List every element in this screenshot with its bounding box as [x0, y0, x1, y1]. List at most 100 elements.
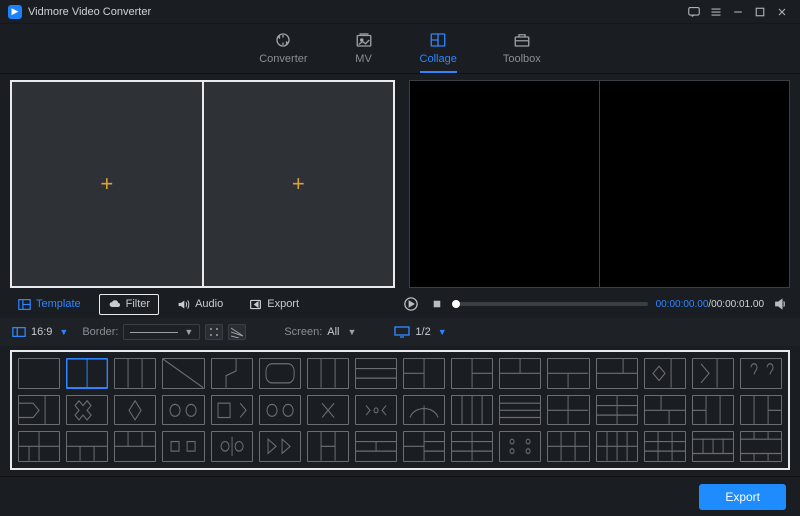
template-thumb[interactable]: [499, 358, 541, 389]
subtab-audio[interactable]: Audio: [169, 295, 231, 314]
template-thumb[interactable]: [18, 431, 60, 462]
template-thumb[interactable]: [162, 431, 204, 462]
cloud-icon: [108, 298, 121, 311]
maximize-icon[interactable]: [750, 2, 770, 22]
template-thumb[interactable]: [547, 395, 589, 426]
template-thumb[interactable]: [114, 358, 156, 389]
template-area: [0, 346, 800, 476]
template-thumb[interactable]: [740, 431, 782, 462]
time-current: 00:00:00.00: [656, 299, 709, 310]
tab-label: Converter: [259, 53, 307, 65]
playback-controls: 00:00:00.00/00:00:01.00: [402, 295, 790, 313]
ratio-icon: [12, 325, 26, 339]
workspace: + +: [0, 74, 800, 290]
border-pattern-button[interactable]: [228, 324, 246, 340]
template-thumb[interactable]: [451, 431, 493, 462]
border-preview: [130, 332, 178, 333]
border-label: Border:: [82, 326, 118, 338]
subtab-filter[interactable]: Filter: [99, 294, 159, 315]
template-thumb[interactable]: [451, 395, 493, 426]
play-button[interactable]: [402, 295, 420, 313]
page-value: 1/2: [415, 326, 430, 338]
time-display: 00:00:00.00/00:00:01.00: [656, 299, 764, 310]
template-thumb[interactable]: [499, 395, 541, 426]
progress-handle[interactable]: [452, 300, 460, 308]
template-thumb[interactable]: [162, 395, 204, 426]
template-thumb[interactable]: [259, 358, 301, 389]
title-bar: ▶ Vidmore Video Converter: [0, 0, 800, 24]
progress-bar[interactable]: [454, 302, 648, 306]
template-thumb[interactable]: [692, 358, 734, 389]
template-thumb[interactable]: [547, 431, 589, 462]
template-thumb[interactable]: [114, 431, 156, 462]
close-icon[interactable]: [772, 2, 792, 22]
minimize-icon[interactable]: [728, 2, 748, 22]
subtab-row: Template Filter Audio Export 00:00:00.00…: [0, 290, 800, 318]
top-nav: Converter MV Collage Toolbox: [0, 24, 800, 74]
template-thumb[interactable]: [162, 358, 204, 389]
template-thumb[interactable]: [355, 395, 397, 426]
template-thumb[interactable]: [355, 358, 397, 389]
subtab-template[interactable]: Template: [10, 295, 89, 314]
template-thumb[interactable]: [307, 358, 349, 389]
collage-cell-2[interactable]: +: [204, 82, 394, 286]
template-thumb[interactable]: [740, 358, 782, 389]
template-thumb[interactable]: [259, 395, 301, 426]
template-thumb[interactable]: [114, 395, 156, 426]
feedback-icon[interactable]: [684, 2, 704, 22]
subtab-label: Export: [267, 298, 299, 310]
chevron-down-icon: ▼: [348, 327, 357, 337]
border-color-button[interactable]: [205, 324, 223, 340]
add-media-icon: +: [100, 171, 113, 197]
footer: Export: [0, 476, 800, 516]
border-style-select[interactable]: ▼: [123, 324, 200, 340]
toolbox-icon: [512, 31, 532, 49]
template-thumb[interactable]: [740, 395, 782, 426]
subtab-label: Filter: [126, 298, 150, 310]
template-thumb[interactable]: [66, 395, 108, 426]
template-thumb[interactable]: [403, 358, 445, 389]
volume-button[interactable]: [772, 295, 790, 313]
menu-icon[interactable]: [706, 2, 726, 22]
tab-converter[interactable]: Converter: [259, 31, 307, 73]
stop-button[interactable]: [428, 295, 446, 313]
template-thumb[interactable]: [66, 431, 108, 462]
template-thumb[interactable]: [211, 395, 253, 426]
collage-icon: [428, 31, 448, 49]
template-thumb[interactable]: [259, 431, 301, 462]
template-thumb[interactable]: [18, 358, 60, 389]
ratio-select[interactable]: 16:9 ▼: [12, 325, 68, 339]
subtab-export[interactable]: Export: [241, 295, 307, 314]
template-thumb[interactable]: [211, 431, 253, 462]
volume-icon: [177, 298, 190, 311]
template-thumb[interactable]: [355, 431, 397, 462]
template-thumb[interactable]: [547, 358, 589, 389]
tab-mv[interactable]: MV: [354, 31, 374, 73]
template-thumb[interactable]: [66, 358, 108, 389]
template-thumb[interactable]: [596, 395, 638, 426]
tab-label: Toolbox: [503, 53, 541, 65]
template-thumb[interactable]: [596, 358, 638, 389]
template-thumb[interactable]: [403, 431, 445, 462]
template-thumb[interactable]: [644, 431, 686, 462]
template-thumb[interactable]: [211, 358, 253, 389]
tab-toolbox[interactable]: Toolbox: [503, 31, 541, 73]
template-thumb[interactable]: [403, 395, 445, 426]
template-thumb[interactable]: [644, 395, 686, 426]
tab-label: Collage: [420, 53, 457, 65]
page-select[interactable]: 1/2 ▼: [394, 326, 446, 338]
template-thumb[interactable]: [499, 431, 541, 462]
collage-cell-1[interactable]: +: [12, 82, 202, 286]
export-button[interactable]: Export: [699, 484, 786, 510]
template-thumb[interactable]: [18, 395, 60, 426]
template-thumb[interactable]: [307, 395, 349, 426]
template-thumb[interactable]: [451, 358, 493, 389]
template-thumb[interactable]: [644, 358, 686, 389]
template-thumb[interactable]: [692, 395, 734, 426]
collage-editor: + +: [10, 80, 395, 288]
template-thumb[interactable]: [692, 431, 734, 462]
screen-select[interactable]: All ▼: [327, 326, 356, 338]
template-thumb[interactable]: [596, 431, 638, 462]
template-thumb[interactable]: [307, 431, 349, 462]
tab-collage[interactable]: Collage: [420, 31, 457, 73]
